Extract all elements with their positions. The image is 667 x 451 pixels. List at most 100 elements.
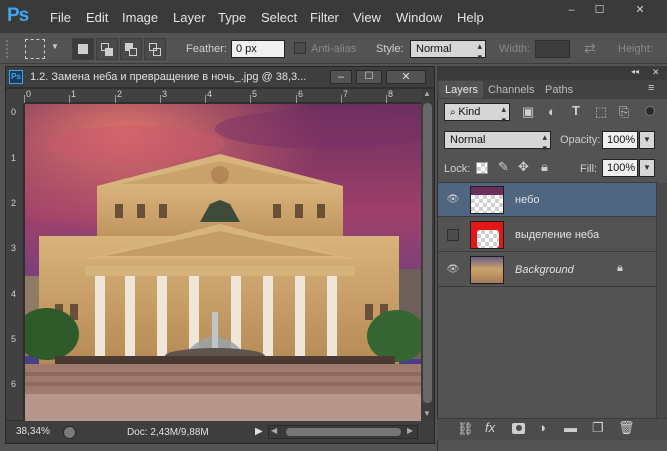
menu-type[interactable]: Type — [218, 10, 246, 25]
vertical-scrollbar[interactable]: ▲ ▼ — [421, 89, 434, 421]
ruler-h-0: 0 — [26, 89, 32, 99]
layer-name[interactable]: Background — [515, 264, 574, 276]
opacity-dropdown-icon[interactable]: ▼ — [639, 131, 655, 149]
tool-preset-chevron-icon[interactable]: ▼ — [51, 42, 59, 51]
add-selection-button[interactable] — [96, 38, 118, 60]
delete-layer-icon[interactable]: 🗑︎ — [618, 420, 635, 436]
menu-select[interactable]: Select — [261, 10, 297, 25]
style-select[interactable]: Normal ▴ ▾ — [410, 40, 486, 62]
ruler-ticks — [24, 95, 387, 103]
export-icon[interactable] — [63, 426, 76, 439]
tab-channels[interactable]: Channels — [488, 81, 534, 98]
intersect-selection-button[interactable] — [144, 38, 166, 60]
close-panel-icon[interactable]: ✕ — [652, 67, 660, 78]
scroll-up-icon[interactable]: ▲ — [423, 89, 431, 98]
horizontal-ruler[interactable]: 0 1 2 3 4 5 6 7 8 — [24, 89, 421, 103]
menu-edit[interactable]: Edit — [86, 10, 108, 25]
filter-toggle-icon[interactable] — [645, 106, 655, 116]
filter-shape-icon[interactable]: ⬚ — [595, 104, 607, 120]
ruler-h-8: 8 — [388, 89, 394, 99]
scroll-left-icon[interactable]: ◀ — [271, 426, 277, 435]
filter-adjustment-icon[interactable]: ◐ — [548, 104, 556, 119]
theatre-photo — [25, 104, 421, 421]
menu-help[interactable]: Help — [457, 10, 484, 25]
panel-menu-icon[interactable]: ≡ — [648, 82, 654, 94]
tab-paths[interactable]: Paths — [545, 81, 573, 98]
lock-brush-icon[interactable]: ✎ — [498, 159, 509, 175]
new-selection-button[interactable] — [72, 38, 94, 60]
layer-name[interactable]: небо — [515, 194, 540, 206]
opacity-input[interactable]: 100% — [602, 131, 638, 149]
blend-mode-select[interactable]: Normal ▴ ▾ — [444, 131, 551, 153]
vertical-ruler[interactable]: 0 1 2 3 4 5 6 — [6, 103, 24, 420]
antialias-checkbox[interactable] — [294, 42, 306, 54]
style-label: Style: — [376, 43, 404, 55]
ruler-v-0: 0 — [11, 107, 17, 117]
doc-minimize-button[interactable]: – — [330, 70, 352, 84]
visibility-off-box[interactable] — [447, 229, 459, 241]
layer-row-sky-selection[interactable]: выделение неба — [438, 218, 656, 252]
doc-maximize-button[interactable]: ☐ — [356, 70, 382, 84]
layer-row-sky[interactable]: 👁︎ небо — [438, 183, 656, 217]
add-mask-icon[interactable] — [512, 423, 525, 434]
tab-layers[interactable]: Layers — [439, 81, 483, 98]
scroll-right-icon[interactable]: ▶ — [407, 426, 413, 435]
scroll-down-icon[interactable]: ▼ — [423, 409, 431, 418]
menu-window[interactable]: Window — [396, 10, 442, 25]
filter-type-icon[interactable]: T — [572, 103, 580, 118]
add-style-icon[interactable]: fx — [485, 420, 495, 435]
doc-info: Doc: 2,43M/9,88M — [127, 427, 209, 438]
visibility-eye-icon[interactable]: 👁︎ — [446, 263, 460, 277]
subtract-selection-button[interactable] — [120, 38, 142, 60]
ruler-h-3: 3 — [162, 89, 168, 99]
rectangular-marquee-icon[interactable] — [25, 39, 45, 59]
ruler-v-1: 1 — [11, 153, 17, 163]
layer-row-background[interactable]: 👁︎ Background 🔒︎ — [438, 253, 656, 287]
new-adjustment-icon[interactable]: ◑ — [538, 420, 546, 435]
opacity-label: Opacity: — [560, 134, 601, 146]
new-group-icon[interactable]: ▬ — [564, 420, 577, 435]
menu-layer[interactable]: Layer — [173, 10, 206, 25]
swap-icon[interactable]: ⇄ — [584, 40, 596, 57]
ruler-v-2: 2 — [11, 198, 17, 208]
zoom-level[interactable]: 38,34% — [16, 426, 50, 437]
status-menu-arrow-icon[interactable]: ▶ — [255, 426, 263, 437]
lock-transparent-icon[interactable] — [476, 162, 488, 174]
ruler-v-6: 6 — [11, 379, 17, 389]
horizontal-scrollbar[interactable]: ◀ ▶ — [268, 425, 418, 439]
kind-filter-select[interactable]: ⌕ Kind ▴ ▾ — [444, 103, 510, 125]
new-layer-icon[interactable]: ❐ — [592, 420, 604, 436]
feather-input[interactable]: 0 px — [231, 40, 285, 58]
width-input[interactable] — [535, 40, 570, 58]
filter-smartobject-icon[interactable]: ⎘ — [619, 104, 629, 120]
menu-image[interactable]: Image — [122, 10, 158, 25]
lock-all-icon[interactable]: 🔒︎ — [541, 159, 548, 175]
layer-name[interactable]: выделение неба — [515, 229, 599, 241]
document-title: 1.2. Замена неба и превращение в ночь_.j… — [30, 71, 307, 83]
style-value: Normal — [416, 43, 452, 55]
ruler-h-6: 6 — [298, 89, 304, 99]
link-layers-icon[interactable]: ⛓︎ — [457, 421, 474, 437]
scroll-thumb[interactable] — [423, 103, 432, 403]
lock-move-icon[interactable]: ✥ — [518, 159, 529, 175]
visibility-eye-icon[interactable]: 👁︎ — [446, 193, 460, 207]
filter-pixel-icon[interactable]: ▣ — [522, 104, 534, 120]
width-label: Width: — [499, 43, 531, 55]
options-grip — [6, 40, 10, 58]
ruler-v-5: 5 — [11, 334, 17, 344]
hscroll-thumb[interactable] — [286, 428, 401, 436]
sky-thumb-band — [471, 187, 503, 195]
maximize-button[interactable]: ☐ — [586, 2, 613, 18]
fill-dropdown-icon[interactable]: ▼ — [639, 159, 655, 177]
minimize-button[interactable]: – — [558, 2, 585, 18]
menu-view[interactable]: View — [353, 10, 381, 25]
fill-input[interactable]: 100% — [602, 159, 638, 177]
collapse-panel-icon[interactable]: ◂◂ — [631, 67, 639, 76]
layers-scrollbar[interactable] — [656, 183, 667, 418]
menu-filter[interactable]: Filter — [310, 10, 339, 25]
close-app-button[interactable]: ✕ — [620, 2, 660, 18]
menu-file[interactable]: File — [50, 10, 71, 25]
image-canvas[interactable] — [25, 104, 421, 421]
mask-thumb — [477, 230, 499, 248]
doc-close-button[interactable]: ✕ — [386, 70, 426, 84]
